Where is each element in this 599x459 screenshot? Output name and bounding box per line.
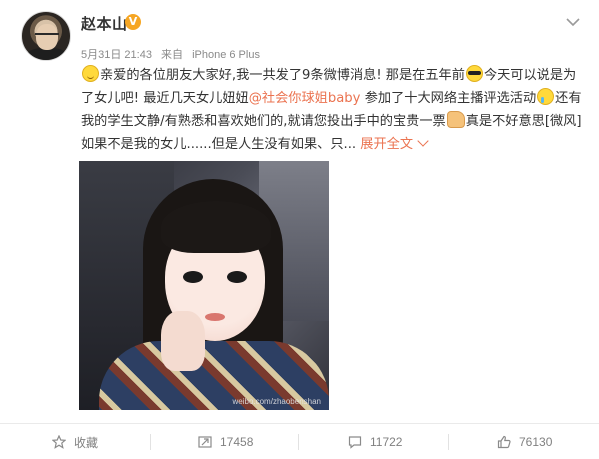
expand-full-text-link[interactable]: 展开全文 <box>360 135 429 152</box>
photo-lips <box>205 313 225 321</box>
photo-watermark: weibo.com/zhaobenshan <box>232 397 321 406</box>
smile-emoji-icon <box>82 65 99 82</box>
expand-label: 展开全文 <box>360 137 414 152</box>
post-text: 亲爱的各位朋友大家好,我一共发了9条微博消息! 那是在五年前 今天可以说是为了女儿… <box>81 64 583 156</box>
source-prefix: 来自 <box>161 49 183 61</box>
repost-button[interactable]: 17458 <box>198 424 253 459</box>
comment-button[interactable]: 11722 <box>348 424 402 459</box>
comment-count: 11722 <box>370 435 403 449</box>
footer-divider <box>448 434 449 450</box>
comment-icon <box>348 436 362 449</box>
photo-eye-left <box>183 271 203 283</box>
post-date[interactable]: 5月31日 21:43 <box>81 49 152 61</box>
photo-hand <box>161 311 205 371</box>
post-photo[interactable]: weibo.com/zhaobenshan <box>79 161 329 410</box>
avatar-glasses <box>35 33 59 38</box>
chevron-down-icon[interactable] <box>566 17 580 27</box>
like-count: 76130 <box>519 435 553 449</box>
like-button[interactable]: 76130 <box>497 424 552 459</box>
post-source[interactable]: iPhone 6 Plus <box>192 49 260 61</box>
expand-chevron-icon <box>417 135 429 147</box>
footer-divider <box>150 434 151 450</box>
action-bar: 收藏 17458 11722 76130 <box>0 423 599 459</box>
photo-eye-right <box>227 271 247 283</box>
avatar[interactable] <box>21 11 71 61</box>
repost-count: 17458 <box>220 435 254 449</box>
thumbs-up-icon <box>497 435 511 449</box>
weibo-post-card: 赵本山 V 5月31日 21:43 来自 iPhone 6 Plus 亲爱的各位… <box>0 0 599 459</box>
verified-badge-icon: V <box>125 14 141 30</box>
footer-divider <box>298 434 299 450</box>
thumbs-up-emoji-icon <box>446 111 465 128</box>
username[interactable]: 赵本山 <box>81 13 128 34</box>
text-segment-1: 亲爱的各位朋友大家好,我一共发了9条微博消息! 那是在五年前 <box>100 68 465 83</box>
cool-sunglasses-emoji-icon <box>465 65 483 82</box>
post-meta: 5月31日 21:43 来自 iPhone 6 Plus <box>81 46 266 62</box>
text-segment-3: 参加了十大网络主播评选活动 <box>360 91 537 106</box>
tearful-emoji-icon <box>537 88 555 105</box>
favorite-label: 收藏 <box>74 435 99 450</box>
mention-link[interactable]: @社会你球姐baby <box>249 91 361 106</box>
photo-fringe <box>161 201 271 253</box>
star-icon <box>52 435 66 449</box>
repost-icon <box>198 436 212 448</box>
favorite-button[interactable]: 收藏 <box>52 424 98 459</box>
